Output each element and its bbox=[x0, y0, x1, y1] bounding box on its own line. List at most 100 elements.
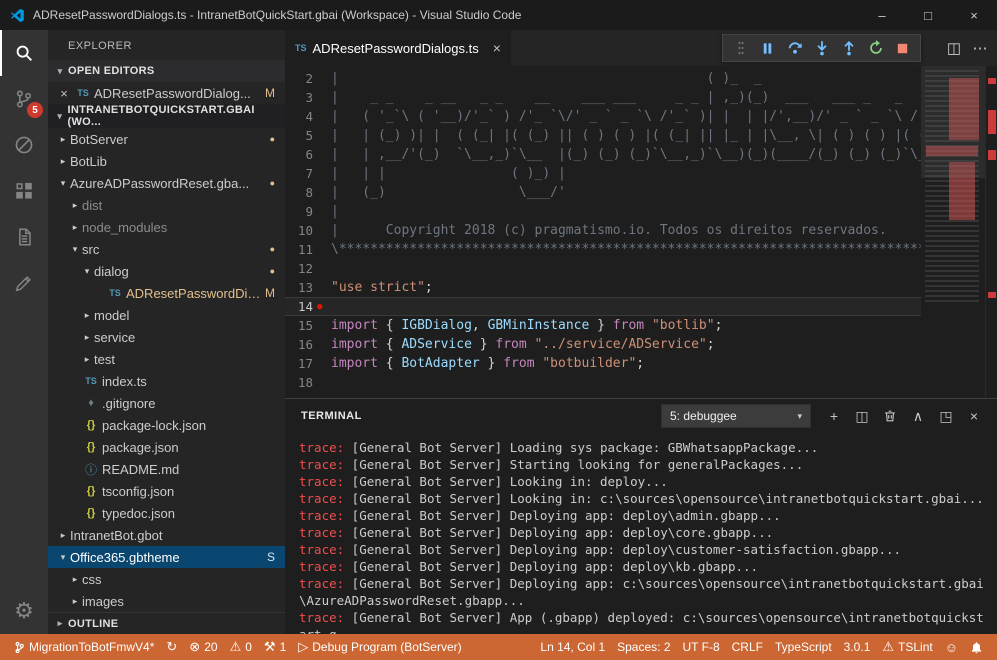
debug-launch[interactable]: ▷Debug Program (BotServer) bbox=[292, 634, 467, 660]
title-bar: ADResetPasswordDialogs.ts - IntranetBotQ… bbox=[0, 0, 997, 30]
code-line[interactable]: 8| (_) \___/' | bbox=[285, 183, 921, 202]
folder-item[interactable]: ▸IntranetBot.gbot bbox=[48, 524, 285, 546]
code-editor[interactable]: 2| ( )_ _ |3| _ _ _ __ _ _ __ ___ ___ _ … bbox=[285, 66, 997, 398]
code-text: | | | ( )_) | | bbox=[331, 166, 921, 181]
running-tasks[interactable]: ⚒1 bbox=[258, 634, 292, 660]
search-icon[interactable] bbox=[0, 30, 48, 76]
code-line[interactable]: 6| | ,__/'(_) `\__,_)`\__ |(_) (_) (_)`\… bbox=[285, 145, 921, 164]
folder-item[interactable]: ▾Office365.gbthemeS bbox=[48, 546, 285, 568]
folder-item[interactable]: ▸node_modules bbox=[48, 216, 285, 238]
folder-item[interactable]: ▸model bbox=[48, 304, 285, 326]
folder-item[interactable]: ▸images bbox=[48, 590, 285, 612]
folder-item[interactable]: ▾AzureADPasswordReset.gba...● bbox=[48, 172, 285, 194]
warnings[interactable]: ⚠0 bbox=[224, 634, 258, 660]
close-panel-button[interactable]: × bbox=[961, 404, 987, 428]
line-number: 6 bbox=[285, 147, 331, 162]
terminal-tab[interactable]: TERMINAL bbox=[301, 410, 362, 422]
file-item[interactable]: TSindex.ts bbox=[48, 370, 285, 392]
language-mode[interactable]: TypeScript bbox=[769, 634, 838, 660]
feedback[interactable]: ☺ bbox=[939, 634, 964, 660]
tab-active[interactable]: TS ADResetPasswordDialogs.ts × bbox=[285, 30, 511, 66]
terminal-output[interactable]: trace: [General Bot Server] Loading sys … bbox=[285, 433, 997, 634]
code-token: ; bbox=[707, 337, 715, 352]
kill-terminal-button[interactable] bbox=[877, 404, 903, 428]
item-name: dialog bbox=[94, 264, 129, 279]
folder-item[interactable]: ▸dist bbox=[48, 194, 285, 216]
files-icon[interactable] bbox=[0, 214, 48, 260]
file-item[interactable]: {}package.json bbox=[48, 436, 285, 458]
split-terminal-button[interactable]: ◫ bbox=[849, 404, 875, 428]
notifications[interactable] bbox=[964, 634, 989, 660]
step-out-button[interactable] bbox=[835, 36, 862, 60]
outline-header[interactable]: ▸ OUTLINE bbox=[48, 612, 285, 634]
typescript-version[interactable]: 3.0.1 bbox=[838, 634, 877, 660]
minimize-button[interactable]: – bbox=[859, 0, 905, 30]
file-item[interactable]: TSADResetPasswordDial...M bbox=[48, 282, 285, 304]
maximize-button[interactable]: □ bbox=[905, 0, 951, 30]
source-control-icon[interactable]: 5 bbox=[0, 76, 48, 122]
git-branch[interactable]: MigrationToBotFmwV4* bbox=[8, 634, 160, 660]
extensions-icon[interactable] bbox=[0, 168, 48, 214]
maximize-panel-button[interactable]: ∧ bbox=[905, 404, 931, 428]
close-tab-icon[interactable]: × bbox=[493, 40, 501, 56]
code-line[interactable]: 17import { BotAdapter } from "botbuilder… bbox=[285, 354, 921, 373]
move-panel-button[interactable]: ◳ bbox=[933, 404, 959, 428]
code-line[interactable]: 9| | bbox=[285, 202, 921, 221]
file-item[interactable]: {}package-lock.json bbox=[48, 414, 285, 436]
file-item[interactable]: ♦.gitignore bbox=[48, 392, 285, 414]
workspace-header[interactable]: ▾ INTRANETBOTQUICKSTART.GBAI (WO... bbox=[48, 104, 285, 128]
stop-button[interactable] bbox=[889, 36, 916, 60]
folder-item[interactable]: ▸css bbox=[48, 568, 285, 590]
code-line[interactable]: 12 bbox=[285, 259, 921, 278]
code-line[interactable]: 13"use strict"; bbox=[285, 278, 921, 297]
folder-item[interactable]: ▸BotServer● bbox=[48, 128, 285, 150]
settings-gear-icon[interactable]: ⚙ bbox=[0, 588, 48, 634]
code-line[interactable]: 3| _ _ _ __ _ _ __ ___ ___ _ _ | ,_)(_) … bbox=[285, 88, 921, 107]
code-line[interactable]: 2| ( )_ _ | bbox=[285, 69, 921, 88]
more-actions-button[interactable]: ⋯ bbox=[967, 39, 993, 57]
close-button[interactable]: × bbox=[951, 0, 997, 30]
item-name: .gitignore bbox=[102, 396, 155, 411]
step-into-button[interactable] bbox=[808, 36, 835, 60]
minimap[interactable] bbox=[921, 66, 985, 398]
folder-item[interactable]: ▾dialog● bbox=[48, 260, 285, 282]
step-over-button[interactable] bbox=[781, 36, 808, 60]
indentation[interactable]: Spaces: 2 bbox=[611, 634, 676, 660]
open-editors-header[interactable]: ▾ OPEN EDITORS bbox=[48, 60, 285, 82]
folder-item[interactable]: ▸test bbox=[48, 348, 285, 370]
log-message: [General Bot Server] Deploying app: depl… bbox=[344, 542, 901, 557]
cursor-position[interactable]: Ln 14, Col 1 bbox=[534, 634, 611, 660]
file-item[interactable]: ⓘREADME.md bbox=[48, 458, 285, 480]
debug-icon[interactable] bbox=[0, 122, 48, 168]
tslint-status[interactable]: ⚠TSLint bbox=[876, 634, 938, 660]
folder-item[interactable]: ▾src● bbox=[48, 238, 285, 260]
encoding[interactable]: UT F-8 bbox=[677, 634, 726, 660]
restart-button[interactable] bbox=[862, 36, 889, 60]
file-item[interactable]: {}typedoc.json bbox=[48, 502, 285, 524]
code-line[interactable]: 16import { ADService } from "../service/… bbox=[285, 335, 921, 354]
code-line[interactable]: 15import { IGBDialog, GBMinInstance } fr… bbox=[285, 316, 921, 335]
folder-item[interactable]: ▸service bbox=[48, 326, 285, 348]
sync-changes[interactable]: ↻ bbox=[160, 634, 183, 660]
split-editor-button[interactable]: ◫ bbox=[941, 39, 967, 57]
code-line[interactable]: 18 bbox=[285, 373, 921, 392]
item-name: service bbox=[94, 330, 135, 345]
code-line[interactable]: 7| | | ( )_) | | bbox=[285, 164, 921, 183]
code-line[interactable]: 4| ( '_`\ ( '__)/'_` ) /'_ `\/' _ ` _ `\… bbox=[285, 107, 921, 126]
folder-item[interactable]: ▸BotLib bbox=[48, 150, 285, 172]
minimap-slider[interactable] bbox=[921, 66, 985, 178]
new-terminal-button[interactable]: + bbox=[821, 404, 847, 428]
code-line[interactable]: 10| Copyright 2018 (c) pragmatismo.io. T… bbox=[285, 221, 921, 240]
edit-icon[interactable] bbox=[0, 260, 48, 306]
drag-handle[interactable] bbox=[727, 36, 754, 60]
errors[interactable]: ⊗20 bbox=[183, 634, 223, 660]
pause-button[interactable] bbox=[754, 36, 781, 60]
code-line[interactable]: 11\*************************************… bbox=[285, 240, 921, 259]
terminal-selector[interactable]: 5: debuggee ▾ bbox=[661, 404, 811, 428]
eol-sequence[interactable]: CRLF bbox=[726, 634, 769, 660]
code-line[interactable]: 14● bbox=[285, 297, 921, 316]
open-editor-item[interactable]: ×TSADResetPasswordDialog...M bbox=[48, 82, 285, 104]
file-item[interactable]: {}tsconfig.json bbox=[48, 480, 285, 502]
close-editor-icon[interactable]: × bbox=[56, 86, 72, 101]
code-line[interactable]: 5| | (_) )| | ( (_| |( (_) || ( ) ( ) |(… bbox=[285, 126, 921, 145]
